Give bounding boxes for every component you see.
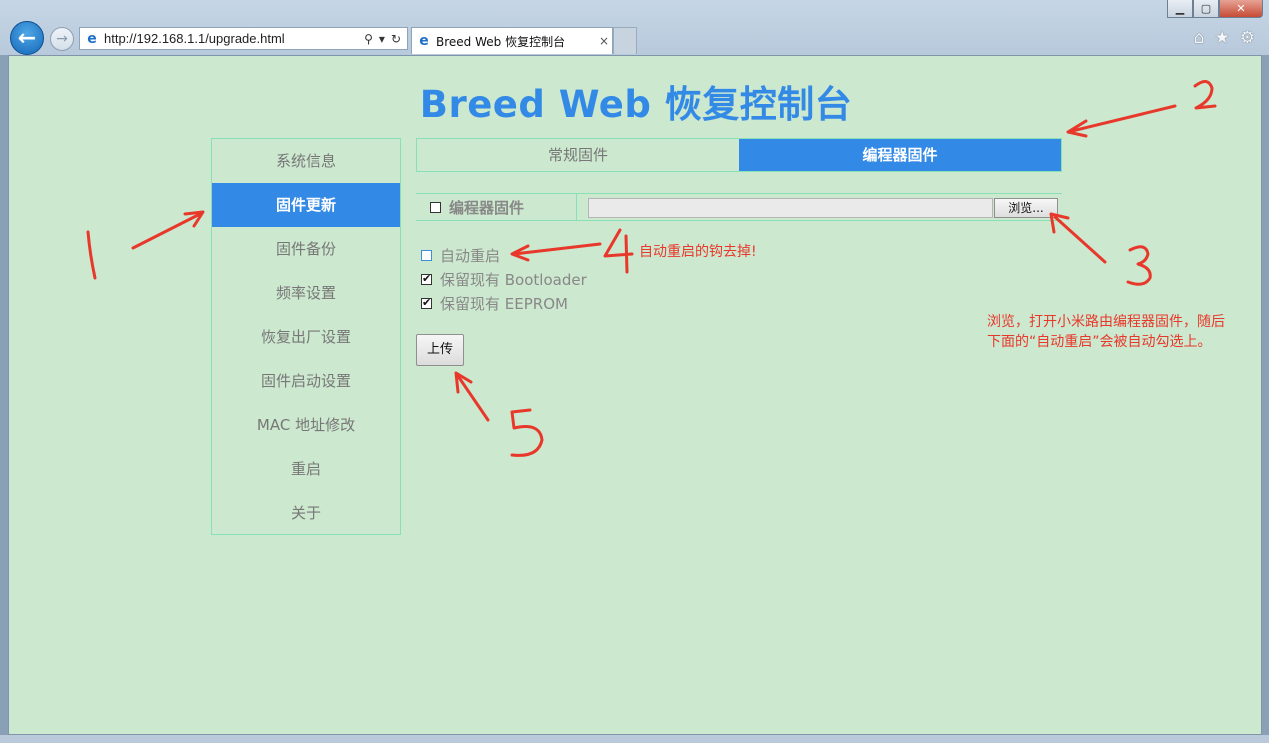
auto-reboot-checkbox[interactable] bbox=[421, 250, 432, 261]
maximize-icon[interactable]: ▢ bbox=[1193, 0, 1219, 18]
tab-close-icon[interactable]: × bbox=[596, 34, 612, 48]
auto-reboot-label: 自动重启 bbox=[440, 247, 501, 265]
address-url[interactable]: http://192.168.1.1/upgrade.html bbox=[104, 31, 364, 46]
annotation-note-3-line1: 浏览，打开小米路由编程器固件，随后 bbox=[987, 314, 1225, 330]
option-keep-bootloader[interactable]: 保留现有 Bootloader bbox=[419, 269, 587, 290]
browse-button[interactable]: 浏览... bbox=[994, 198, 1058, 218]
tab-programmer-firmware[interactable]: 编程器固件 bbox=[739, 139, 1061, 171]
firmware-label-cell: 编程器固件 bbox=[416, 194, 577, 220]
option-auto-reboot[interactable]: 自动重启 bbox=[419, 245, 500, 266]
upload-button[interactable]: 上传 bbox=[416, 334, 464, 366]
annotation-note-3-line2: 下面的“自动重启”会被自动勾选上。 bbox=[987, 334, 1212, 350]
forward-button[interactable]: → bbox=[50, 27, 74, 51]
browser-chrome: ▁ ▢ ✕ ← → e http://192.168.1.1/upgrade.h… bbox=[0, 0, 1269, 55]
dropdown-icon[interactable]: ▾ bbox=[379, 32, 385, 46]
browser-tab[interactable]: e Breed Web 恢复控制台 × bbox=[411, 27, 613, 54]
sidebar-item-mac-address[interactable]: MAC 地址修改 bbox=[212, 403, 400, 447]
firmware-file-input[interactable] bbox=[588, 198, 993, 218]
tab-title: Breed Web 恢复控制台 bbox=[436, 34, 566, 49]
window-controls: ▁ ▢ ✕ bbox=[1167, 0, 1263, 18]
page-viewport: Breed Web 恢复控制台 系统信息 固件更新 固件备份 频率设置 恢复出厂… bbox=[8, 55, 1262, 735]
sidebar-item-system-info[interactable]: 系统信息 bbox=[212, 139, 400, 183]
sidebar-item-firmware-backup[interactable]: 固件备份 bbox=[212, 227, 400, 271]
close-window-icon[interactable]: ✕ bbox=[1219, 0, 1263, 18]
keep-bootloader-label: 保留现有 Bootloader bbox=[440, 271, 587, 289]
firmware-file-row: 编程器固件 浏览... bbox=[416, 193, 1062, 221]
firmware-label: 编程器固件 bbox=[449, 198, 525, 217]
option-keep-eeprom[interactable]: 保留现有 EEPROM bbox=[419, 293, 568, 314]
annotation-note-4: 自动重启的钩去掉! bbox=[639, 244, 757, 260]
sidebar-item-reboot[interactable]: 重启 bbox=[212, 447, 400, 491]
sidebar-menu: 系统信息 固件更新 固件备份 频率设置 恢复出厂设置 固件启动设置 MAC 地址… bbox=[211, 138, 401, 535]
tab-ie-icon: e bbox=[419, 33, 429, 49]
keep-eeprom-label: 保留现有 EEPROM bbox=[440, 295, 568, 313]
keep-eeprom-checkbox[interactable] bbox=[421, 296, 432, 309]
forward-arrow-icon: → bbox=[56, 31, 68, 47]
window-bottom-border bbox=[0, 735, 1269, 743]
favorites-star-icon[interactable]: ★ bbox=[1215, 28, 1230, 48]
new-tab-button[interactable] bbox=[613, 27, 637, 54]
ie-icon: e bbox=[87, 30, 97, 47]
address-tools: ⚲ ▾ ↻ bbox=[364, 32, 401, 46]
refresh-icon[interactable]: ↻ bbox=[391, 32, 401, 46]
page-title: Breed Web 恢复控制台 bbox=[419, 83, 853, 126]
sidebar-item-frequency[interactable]: 频率设置 bbox=[212, 271, 400, 315]
keep-bootloader-checkbox[interactable] bbox=[421, 272, 432, 285]
sidebar-item-boot-settings[interactable]: 固件启动设置 bbox=[212, 359, 400, 403]
back-button[interactable]: ← bbox=[10, 21, 44, 55]
firmware-checkbox[interactable] bbox=[430, 201, 441, 213]
home-icon[interactable]: ⌂ bbox=[1194, 28, 1205, 48]
tab-regular-firmware[interactable]: 常规固件 bbox=[417, 139, 739, 171]
sidebar-item-firmware-update[interactable]: 固件更新 bbox=[212, 183, 400, 227]
search-icon[interactable]: ⚲ bbox=[364, 32, 373, 46]
address-bar[interactable]: e http://192.168.1.1/upgrade.html ⚲ ▾ ↻ bbox=[79, 27, 408, 50]
minimize-icon[interactable]: ▁ bbox=[1167, 0, 1193, 18]
settings-gear-icon[interactable]: ⚙ bbox=[1240, 28, 1255, 48]
sidebar-item-about[interactable]: 关于 bbox=[212, 491, 400, 535]
browser-tools: ⌂ ★ ⚙ bbox=[1194, 28, 1255, 48]
back-arrow-icon: ← bbox=[17, 25, 37, 51]
firmware-tabs: 常规固件 编程器固件 bbox=[416, 138, 1062, 172]
sidebar-item-factory-reset[interactable]: 恢复出厂设置 bbox=[212, 315, 400, 359]
